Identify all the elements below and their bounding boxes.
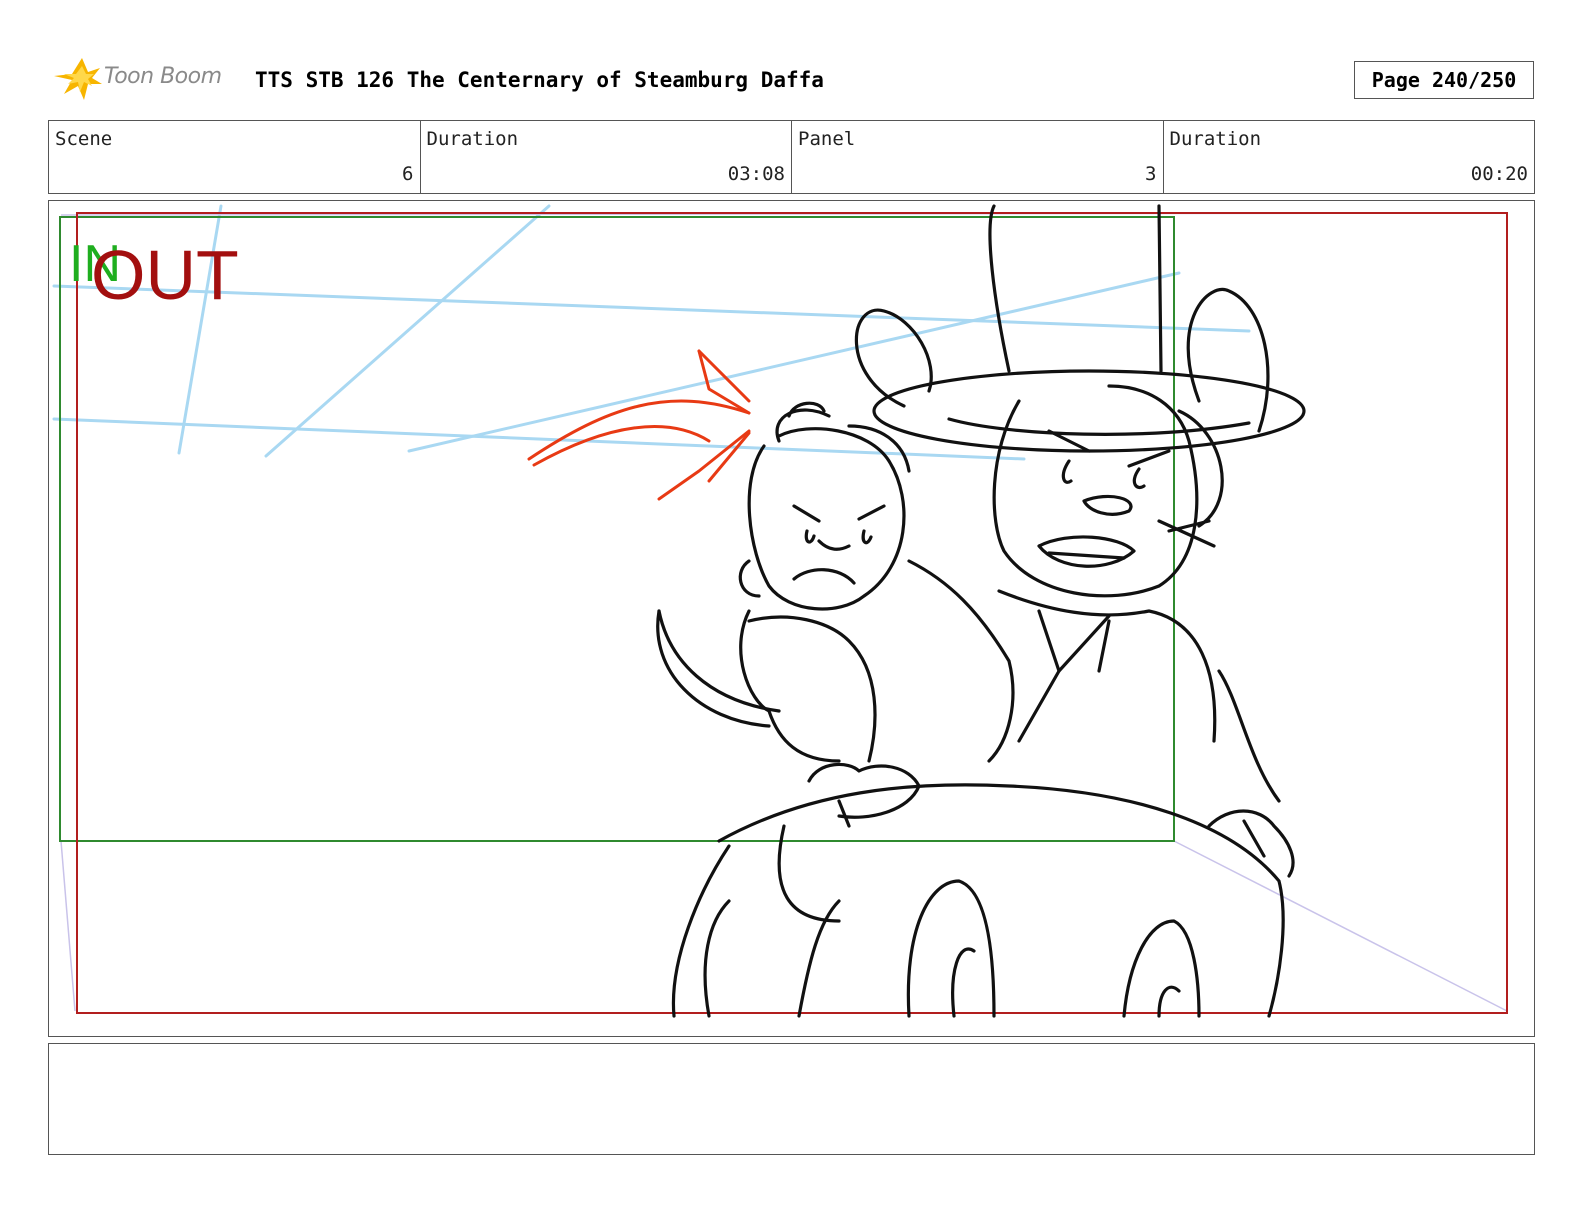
panel-sketch: IN OUT xyxy=(52,204,1508,1018)
characters-sketch xyxy=(656,204,1306,1018)
scene-label: Scene xyxy=(55,128,113,150)
panel-duration-cell: Duration 00:20 xyxy=(1164,121,1535,193)
info-table: Scene 6 Duration 03:08 Panel 3 Duration … xyxy=(48,120,1535,194)
out-frame xyxy=(76,212,1508,1014)
scene-duration-label: Duration xyxy=(426,128,519,150)
document-title: TTS STB 126 The Centernary of Steamburg … xyxy=(255,68,824,92)
out-label: OUT xyxy=(91,236,239,314)
panel-duration-label: Duration xyxy=(1169,128,1262,150)
scene-cell: Scene 6 xyxy=(49,121,421,193)
scene-duration-value: 03:08 xyxy=(727,163,785,185)
starburst-icon xyxy=(54,58,102,100)
page-number: Page 240/250 xyxy=(1354,61,1534,99)
motion-arrow xyxy=(527,349,751,501)
panel-label: Panel xyxy=(798,128,856,150)
panel-cell: Panel 3 xyxy=(792,121,1164,193)
panel-duration-value: 00:20 xyxy=(1470,163,1528,185)
notes-box xyxy=(48,1043,1535,1155)
brand-name: Toon Boom xyxy=(104,64,222,89)
storyboard-panel: IN OUT xyxy=(48,200,1535,1037)
scene-value: 6 xyxy=(402,163,414,185)
panel-value: 3 xyxy=(1145,163,1157,185)
scene-duration-cell: Duration 03:08 xyxy=(421,121,792,193)
